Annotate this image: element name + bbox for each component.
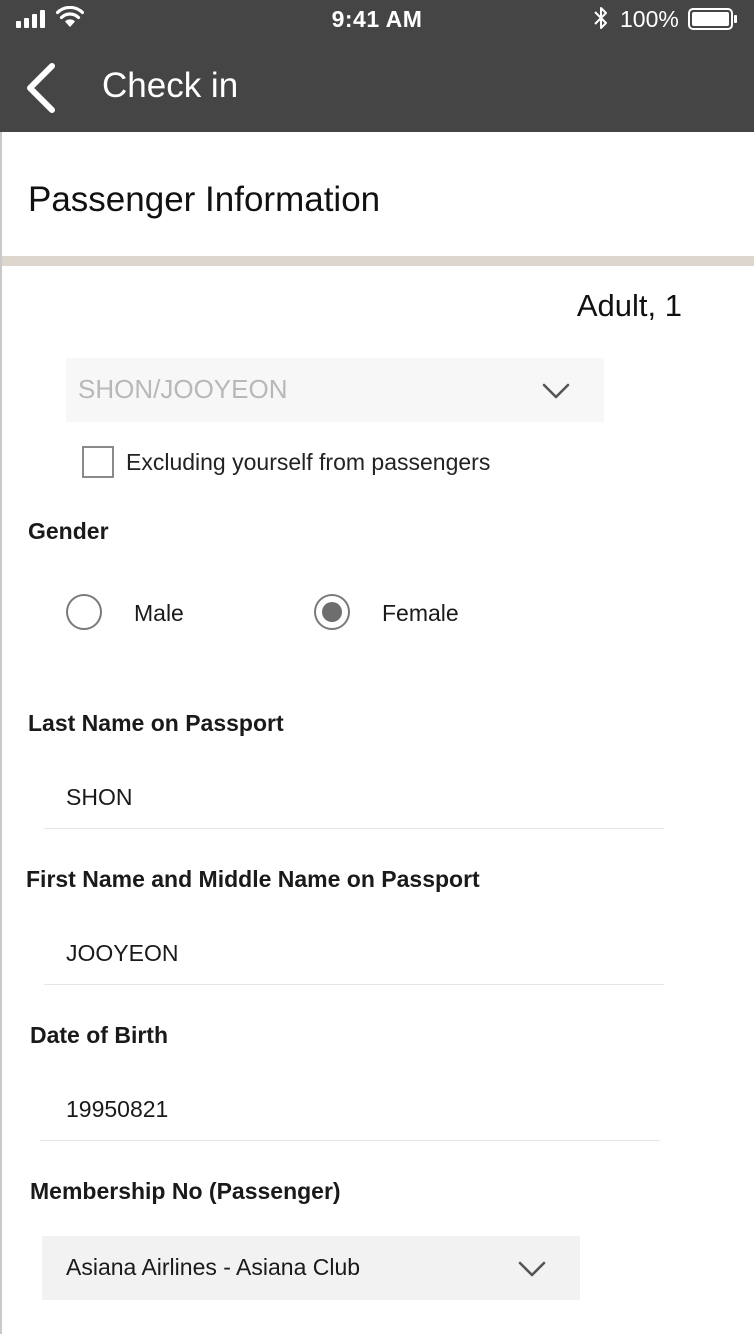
battery-percent: 100% <box>620 6 679 32</box>
section-divider <box>2 256 754 266</box>
membership-label: Membership No (Passenger) <box>30 1178 341 1204</box>
radio-selected-dot <box>322 602 342 622</box>
page-title: Check in <box>102 66 239 105</box>
membership-select[interactable]: Asiana Airlines - Asiana Club <box>42 1236 580 1300</box>
gender-female-label: Female <box>382 600 459 626</box>
last-name-field[interactable]: SHON <box>44 768 664 829</box>
status-bar: 9:41 AM 100% <box>0 0 754 40</box>
first-name-label: First Name and Middle Name on Passport <box>26 866 480 892</box>
chevron-left-icon[interactable] <box>22 62 62 114</box>
last-name-value: SHON <box>66 784 133 810</box>
chevron-down-icon <box>542 383 570 399</box>
gender-radio-male[interactable] <box>66 594 102 630</box>
first-name-value: JOOYEON <box>66 940 179 966</box>
battery-icon <box>688 8 737 30</box>
gender-male-label: Male <box>134 600 184 626</box>
dob-field[interactable]: 19950821 <box>40 1080 660 1141</box>
passenger-type-label: Adult, 1 <box>576 288 682 323</box>
gender-radio-female[interactable] <box>314 594 350 630</box>
exclude-self-label: Excluding yourself from passengers <box>126 449 491 475</box>
last-name-label: Last Name on Passport <box>28 710 284 736</box>
passenger-select-value: SHON/JOOYEON <box>78 374 288 404</box>
gender-label: Gender <box>28 518 109 544</box>
dob-value: 19950821 <box>66 1096 169 1122</box>
top-bar: 9:41 AM 100% Check in <box>0 0 754 132</box>
bluetooth-icon <box>594 7 607 29</box>
chevron-down-icon <box>518 1261 546 1277</box>
left-edge-divider <box>0 132 2 1334</box>
first-name-field[interactable]: JOOYEON <box>44 924 664 985</box>
section-title: Passenger Information <box>28 180 381 219</box>
passenger-select[interactable]: SHON/JOOYEON <box>66 358 604 422</box>
membership-select-value: Asiana Airlines - Asiana Club <box>66 1254 361 1280</box>
check-in-screen: 9:41 AM 100% Check in Passenger Informat… <box>0 0 754 1334</box>
exclude-self-checkbox[interactable] <box>82 446 114 478</box>
app-header: Check in <box>0 40 754 132</box>
dob-label: Date of Birth <box>30 1022 168 1048</box>
